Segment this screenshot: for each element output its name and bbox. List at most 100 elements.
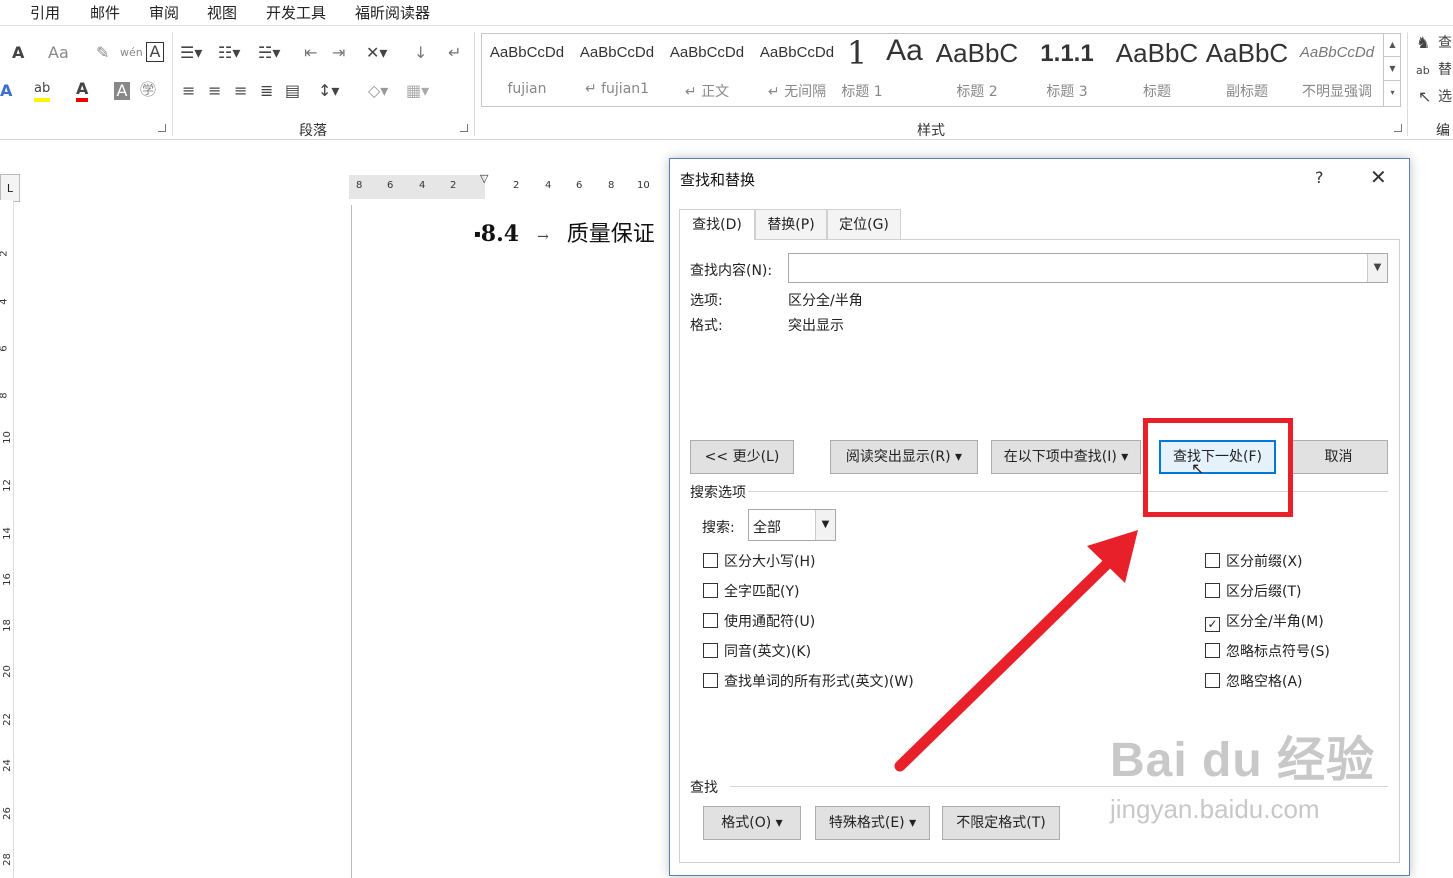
reading-highlight-button[interactable]: 阅读突出显示(R) ▾ bbox=[830, 440, 978, 474]
tab-selector[interactable]: L bbox=[0, 174, 20, 202]
replace-icon[interactable]: ab bbox=[1416, 62, 1430, 80]
styles-scroller[interactable]: ▲ ▼ ▾ bbox=[1383, 33, 1401, 107]
tab-replace[interactable]: 替换(P) bbox=[755, 209, 827, 239]
text-effects-icon[interactable]: A bbox=[0, 82, 12, 100]
align-center-icon[interactable]: ≡ bbox=[208, 82, 221, 100]
character-shading-icon[interactable]: A bbox=[114, 82, 130, 100]
menu-foxit-reader[interactable]: 福昕阅读器 bbox=[355, 2, 430, 23]
show-marks-icon[interactable]: ↵ bbox=[448, 44, 461, 62]
menu-view[interactable]: 视图 bbox=[207, 2, 237, 23]
sort-icon[interactable]: ↓ bbox=[414, 44, 427, 62]
checkbox-wildcards[interactable]: 使用通配符(U) bbox=[703, 611, 815, 631]
style-heading-3[interactable]: 1.1.1 标题 3 bbox=[1022, 34, 1112, 106]
find-in-button[interactable]: 在以下项中查找(I) ▾ bbox=[991, 440, 1141, 474]
chevron-down-icon[interactable]: ▼ bbox=[815, 510, 835, 540]
find-what-input[interactable]: ▼ bbox=[788, 253, 1388, 283]
align-right-icon[interactable]: ≡ bbox=[234, 82, 247, 100]
close-button[interactable]: ✕ bbox=[1370, 165, 1387, 189]
shrink-font-icon[interactable]: A bbox=[12, 44, 24, 62]
less-button[interactable]: << 更少(L) bbox=[690, 440, 794, 474]
checkbox-ignore-punctuation[interactable]: 忽略标点符号(S) bbox=[1205, 641, 1330, 661]
options-label: 选项: bbox=[690, 293, 723, 309]
increase-indent-icon[interactable]: ⇥ bbox=[332, 44, 345, 62]
special-format-button[interactable]: 特殊格式(E) ▾ bbox=[815, 806, 930, 840]
decrease-indent-icon[interactable]: ⇤ bbox=[304, 44, 317, 62]
chinese-layout-icon[interactable]: ✕▾ bbox=[366, 44, 387, 62]
tab-mark: → bbox=[537, 229, 549, 245]
distributed-icon[interactable]: ▤ bbox=[285, 82, 300, 100]
style-heading-2-aa[interactable]: Aa bbox=[877, 34, 932, 106]
style-no-spacing[interactable]: AaBbCcDd ↵ 无间隔 bbox=[752, 34, 842, 106]
align-left-icon[interactable]: ≡ bbox=[182, 82, 195, 100]
checkbox-match-prefix[interactable]: 区分前缀(X) bbox=[1205, 551, 1303, 571]
styles-gallery: AaBbCcDd fujian AaBbCcDd ↵ fujian1 AaBbC… bbox=[481, 33, 1401, 107]
line-spacing-icon[interactable]: ↕▾ bbox=[318, 82, 339, 100]
multilevel-list-icon[interactable]: ☵▾ bbox=[258, 44, 280, 62]
document-heading[interactable]: ▪8.4 → 质量保证 bbox=[474, 216, 655, 248]
checkbox-match-suffix[interactable]: 区分后缀(T) bbox=[1205, 581, 1301, 601]
no-formatting-button[interactable]: 不限定格式(T) bbox=[942, 806, 1060, 840]
styles-scroll-up-icon[interactable]: ▲ bbox=[1384, 33, 1401, 57]
font-color-icon[interactable]: A bbox=[76, 80, 89, 102]
checkbox-sounds-like[interactable]: 同音(英文)(K) bbox=[703, 641, 811, 661]
menu-references[interactable]: 引用 bbox=[30, 2, 60, 23]
style-heading-2[interactable]: AaBbC 标题 2 bbox=[932, 34, 1022, 106]
style-subtle-emphasis[interactable]: AaBbCcDd 不明显强调 bbox=[1292, 34, 1382, 106]
checkbox-ignore-whitespace[interactable]: 忽略空格(A) bbox=[1205, 671, 1303, 691]
style-title[interactable]: AaBbC 标题 bbox=[1112, 34, 1202, 106]
indent-marker-icon[interactable]: ▽ bbox=[480, 172, 488, 185]
find-icon[interactable]: ♞ bbox=[1416, 34, 1430, 52]
styles-more-icon[interactable]: ▾ bbox=[1384, 81, 1401, 105]
tab-find[interactable]: 查找(D) bbox=[679, 209, 755, 240]
find-label[interactable]: 查 bbox=[1438, 34, 1452, 52]
bullet-mark: ▪ bbox=[474, 229, 481, 240]
menu-developer[interactable]: 开发工具 bbox=[266, 2, 326, 23]
paragraph-group-label: 段落 bbox=[299, 123, 327, 139]
style-heading-1[interactable]: 1 标题 1 bbox=[841, 34, 882, 106]
styles-scroll-down-icon[interactable]: ▼ bbox=[1384, 57, 1401, 81]
page-edge bbox=[351, 205, 352, 878]
font-dialog-launcher[interactable] bbox=[158, 124, 166, 132]
numbering-icon[interactable]: ☷▾ bbox=[218, 44, 240, 62]
replace-label[interactable]: 替 bbox=[1438, 61, 1452, 79]
select-label[interactable]: 选 bbox=[1438, 88, 1452, 106]
style-fujian[interactable]: AaBbCcDd fujian bbox=[482, 34, 572, 106]
borders-icon[interactable]: ▦▾ bbox=[406, 82, 429, 100]
style-subtitle[interactable]: AaBbC 副标题 bbox=[1202, 34, 1292, 106]
styles-group-label: 样式 bbox=[917, 123, 945, 139]
checkbox-all-word-forms[interactable]: 查找单词的所有形式(英文)(W) bbox=[703, 671, 914, 691]
style-normal[interactable]: AaBbCcDd ↵ 正文 bbox=[662, 34, 752, 106]
phonetic-guide-icon[interactable]: wén bbox=[120, 44, 143, 62]
character-border-icon[interactable]: A bbox=[146, 42, 164, 62]
change-case-icon[interactable]: Aa bbox=[48, 44, 69, 62]
styles-dialog-launcher[interactable] bbox=[1394, 124, 1402, 132]
tab-goto[interactable]: 定位(G) bbox=[827, 209, 901, 239]
bullets-icon[interactable]: ☰▾ bbox=[180, 44, 202, 62]
search-direction-select[interactable]: 全部 ▼ bbox=[748, 509, 836, 541]
vertical-ruler: 2 4 6 8 10 12 14 16 18 20 22 24 26 28 bbox=[0, 200, 14, 878]
select-cursor-icon[interactable]: ↖ bbox=[1418, 88, 1431, 106]
highlight-color-icon[interactable]: ab bbox=[34, 80, 51, 102]
format-label: 格式: bbox=[690, 318, 723, 334]
cancel-button[interactable]: 取消 bbox=[1289, 440, 1388, 474]
justify-icon[interactable]: ≣ bbox=[260, 82, 273, 100]
checkbox-match-case[interactable]: 区分大小写(H) bbox=[703, 551, 815, 571]
help-button[interactable]: ? bbox=[1315, 168, 1324, 187]
horizontal-ruler[interactable]: 8 6 4 2 2 4 6 8 10 ▽ bbox=[349, 172, 670, 199]
search-options-label: 搜索选项 bbox=[690, 485, 746, 501]
chevron-down-icon[interactable]: ▼ bbox=[1367, 254, 1387, 282]
heading-text: 质量保证 bbox=[566, 222, 655, 247]
enclose-character-icon[interactable]: ㊫ bbox=[140, 81, 156, 99]
format-button[interactable]: 格式(O) ▾ bbox=[703, 806, 801, 840]
checkbox-match-width[interactable]: ✓ 区分全/半角(M) bbox=[1205, 611, 1324, 632]
ribbon-separator bbox=[1407, 32, 1408, 136]
menu-review[interactable]: 审阅 bbox=[149, 2, 179, 23]
shading-icon[interactable]: ◇▾ bbox=[368, 82, 388, 100]
menu-mailings[interactable]: 邮件 bbox=[90, 2, 120, 23]
checkbox-whole-word[interactable]: 全字匹配(Y) bbox=[703, 581, 799, 601]
options-value: 区分全/半角 bbox=[788, 293, 863, 309]
style-fujian1[interactable]: AaBbCcDd ↵ fujian1 bbox=[572, 34, 662, 106]
menu-bar: 引用 邮件 审阅 视图 开发工具 福昕阅读器 bbox=[0, 0, 1453, 26]
clear-format-icon[interactable]: ✎ bbox=[96, 44, 109, 62]
paragraph-dialog-launcher[interactable] bbox=[460, 124, 468, 132]
